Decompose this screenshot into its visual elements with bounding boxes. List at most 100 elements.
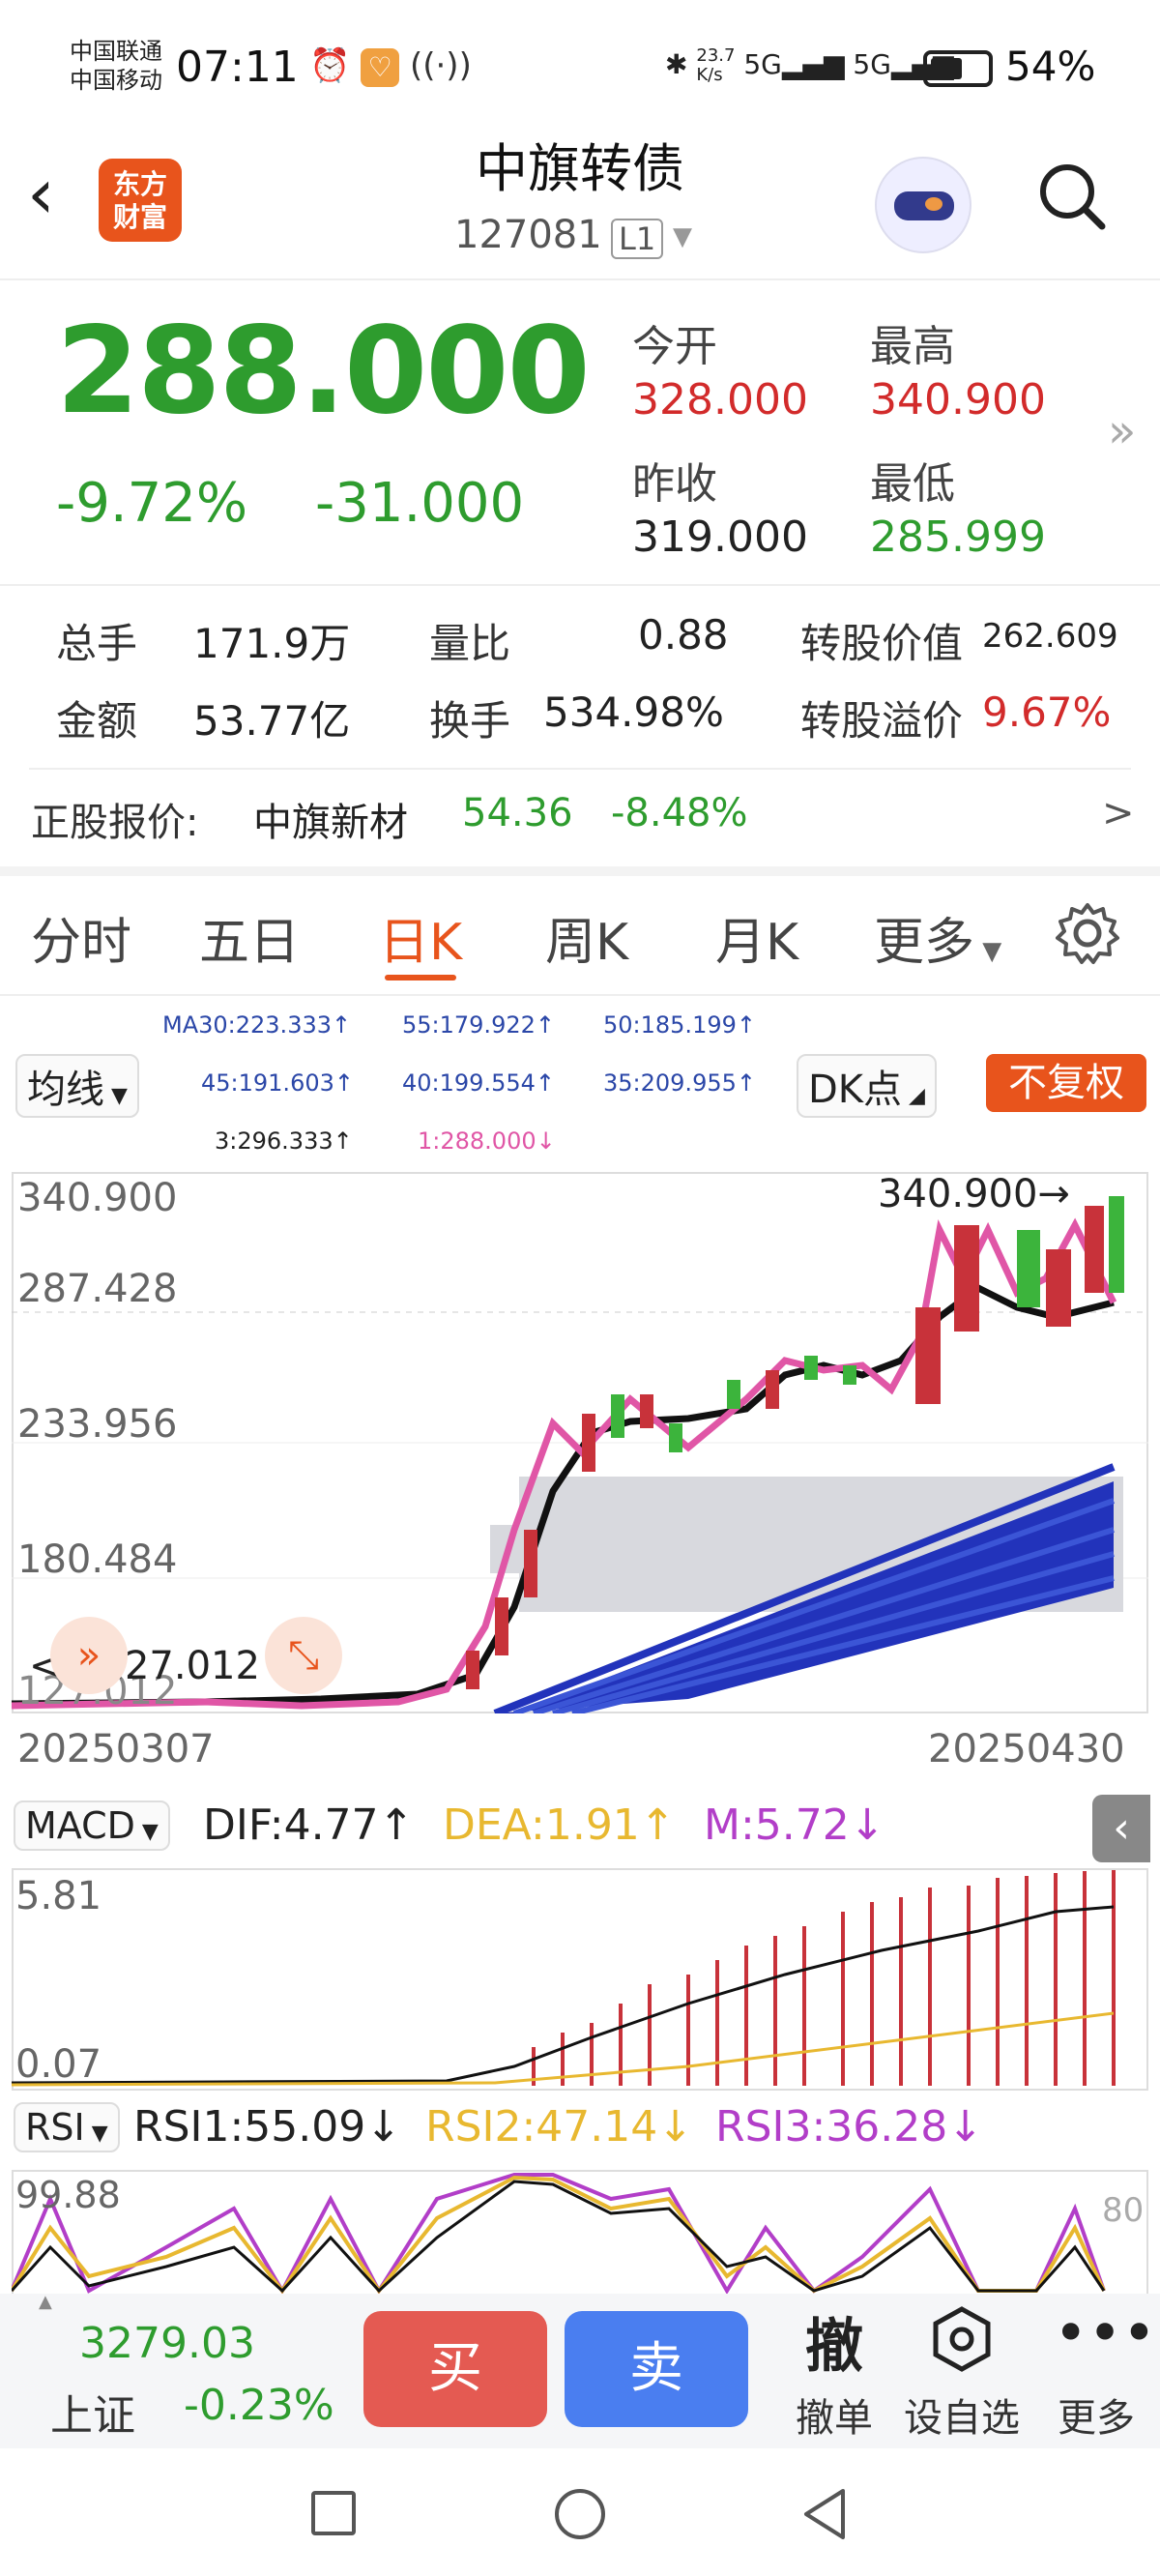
x-label-start: 20250307 (17, 1727, 215, 1771)
cancel-order-label: 撤单 (796, 2396, 873, 2441)
caret-down-icon: ▼ (974, 937, 1002, 966)
arrow-right-icon: → (1037, 1172, 1070, 1216)
more-dots-icon: ••• (1054, 2299, 1157, 2367)
collapse-panel-icon[interactable]: ‹ (1092, 1795, 1150, 1862)
high-marker-value: 340.900 (878, 1172, 1038, 1216)
macd-dea: DEA:1.91↑ (443, 1800, 676, 1850)
dk-label: DK点 (808, 1068, 903, 1112)
macd-histogram (532, 1870, 1116, 2086)
search-icon[interactable] (1036, 161, 1108, 232)
rsi1-value: RSI1:55.09↓ (133, 2102, 402, 2152)
battery-percent: 54% (1005, 43, 1096, 90)
tab-more-label: 更多 (874, 914, 975, 972)
rsi-selector-label: RSI (25, 2106, 85, 2149)
sell-button[interactable]: 卖 (565, 2311, 748, 2427)
cancel-order-icon: 撤 (805, 2313, 863, 2381)
caret-down-icon: ▼ (84, 2122, 108, 2146)
gear-icon[interactable] (1054, 899, 1121, 967)
back-nav-icon[interactable] (800, 2487, 849, 2541)
rsi2-value: RSI2:47.14↓ (425, 2102, 694, 2152)
x-label-end: 20250430 (928, 1727, 1125, 1771)
macd-y-top: 5.81 (15, 1874, 102, 1918)
tab-five-day[interactable]: 五日 (199, 901, 300, 974)
last-price: 288.000 (56, 302, 591, 441)
kline-chart-drawing (12, 1196, 1148, 1713)
rsi-selector[interactable]: RSI ▼ (14, 2102, 120, 2152)
index-name: 上证 (50, 2391, 135, 2441)
prev-close-label: 昨收 (632, 459, 717, 509)
signal-icon-5g-1: 5G▂▄▆ (743, 48, 845, 80)
expand-icon[interactable]: ⤡ (265, 1617, 342, 1694)
ma50-label: 50:185.199↑ (603, 1011, 756, 1039)
notification-icons: ⏰ ♡ ((·)) (309, 46, 472, 87)
high-label: 最高 (870, 322, 955, 371)
add-watchlist-label: 设自选 (904, 2396, 1020, 2441)
ma-selector-label: 均线 (27, 1068, 104, 1112)
macd-y-bottom: 0.07 (15, 2042, 102, 2087)
macd-selector[interactable]: MACD ▼ (14, 1800, 170, 1851)
status-bar: 中国联通 中国移动 07:11 ⏰ ♡ ((·)) ✱ 23.7 K/s 5G▂▄… (0, 0, 1160, 135)
y-label-2: 287.428 (17, 1267, 178, 1311)
alarm-icon: ⏰ (309, 46, 351, 85)
volume-ratio-label: 量比 (429, 620, 511, 667)
expand-chevron-icon[interactable]: » (1108, 404, 1136, 458)
rsi-chart-drawing (12, 2173, 1106, 2294)
change-percent: -9.72% (56, 472, 248, 535)
level-badge[interactable]: L1 (611, 219, 664, 259)
page-title: 中旗转债 (476, 138, 684, 199)
volume-label: 总手 (56, 620, 138, 667)
home-icon[interactable] (555, 2489, 605, 2539)
y-label-top: 340.900 (17, 1176, 178, 1220)
double-chevron-icon[interactable]: » (50, 1617, 128, 1694)
ma40-label: 40:199.554↑ (402, 1069, 555, 1097)
tab-intraday[interactable]: 分时 (31, 901, 131, 974)
ma45-label: 45:191.603↑ (201, 1069, 354, 1097)
tab-daily-k[interactable]: 日K (379, 901, 462, 974)
carrier-names: 中国联通 中国移动 (70, 37, 162, 95)
system-icons: ✱ 23.7 K/s 5G▂▄▆ 5G▂▄▆ (665, 46, 954, 85)
divider (29, 768, 1131, 770)
high-marker: 340.900→ (878, 1172, 1070, 1216)
y-label-3: 233.956 (17, 1402, 178, 1447)
y-label-4: 180.484 (17, 1537, 178, 1582)
divider (0, 584, 1160, 586)
volume-ratio-value: 0.88 (638, 611, 729, 659)
recent-apps-icon[interactable] (311, 2491, 356, 2535)
buy-button[interactable]: 买 (363, 2311, 547, 2427)
battery-icon (923, 50, 993, 87)
tab-monthly-k[interactable]: 月K (715, 901, 798, 974)
active-tab-indicator (385, 975, 456, 981)
conversion-value-label: 转股价值 (800, 620, 964, 667)
ma35-label: 35:209.955↑ (603, 1069, 756, 1097)
tab-weekly-k[interactable]: 周K (545, 901, 628, 974)
premium-label: 转股溢价 (800, 697, 964, 745)
amount-value: 53.77亿 (193, 697, 351, 745)
chevron-right-icon: > (1102, 791, 1135, 835)
caret-up-icon: ▲ (39, 2292, 52, 2312)
macd-m: M:5.72↓ (704, 1800, 885, 1850)
chevron-down-icon[interactable]: ▼ (673, 222, 692, 251)
conversion-value: 262.609 (982, 617, 1118, 656)
macd-selector-label: MACD (25, 1804, 135, 1847)
macd-chart-drawing (12, 1870, 1116, 2087)
macd-dif: DIF:4.77↑ (203, 1800, 415, 1850)
turnover-label: 换手 (429, 697, 511, 745)
open-value: 328.000 (632, 375, 808, 424)
clock: 07:11 (176, 43, 299, 92)
rsi3-value: RSI3:36.28↓ (715, 2102, 984, 2152)
robot-assistant-avatar[interactable] (875, 157, 972, 253)
caret-down-icon: ▼ (134, 1820, 159, 1844)
carrier-2: 中国移动 (70, 67, 162, 94)
underlying-change: -8.48% (611, 791, 748, 835)
ma30-label: MA30:223.333↑ (162, 1011, 352, 1039)
hotspot-icon: ((·)) (409, 46, 472, 85)
security-code[interactable]: 127081 (454, 213, 602, 257)
corner-caret-icon: ◢ (902, 1084, 925, 1108)
adjust-toggle-button[interactable]: 不复权 (986, 1054, 1146, 1112)
more-label: 更多 (1058, 2396, 1135, 2441)
tab-more[interactable]: 更多 ▼ (874, 901, 1001, 974)
low-value: 285.999 (870, 512, 1046, 562)
ma3-label: 3:296.333↑ (215, 1127, 353, 1155)
dk-point-selector[interactable]: DK点 ◢ (797, 1054, 937, 1118)
ma-selector[interactable]: 均线 ▼ (15, 1054, 139, 1118)
